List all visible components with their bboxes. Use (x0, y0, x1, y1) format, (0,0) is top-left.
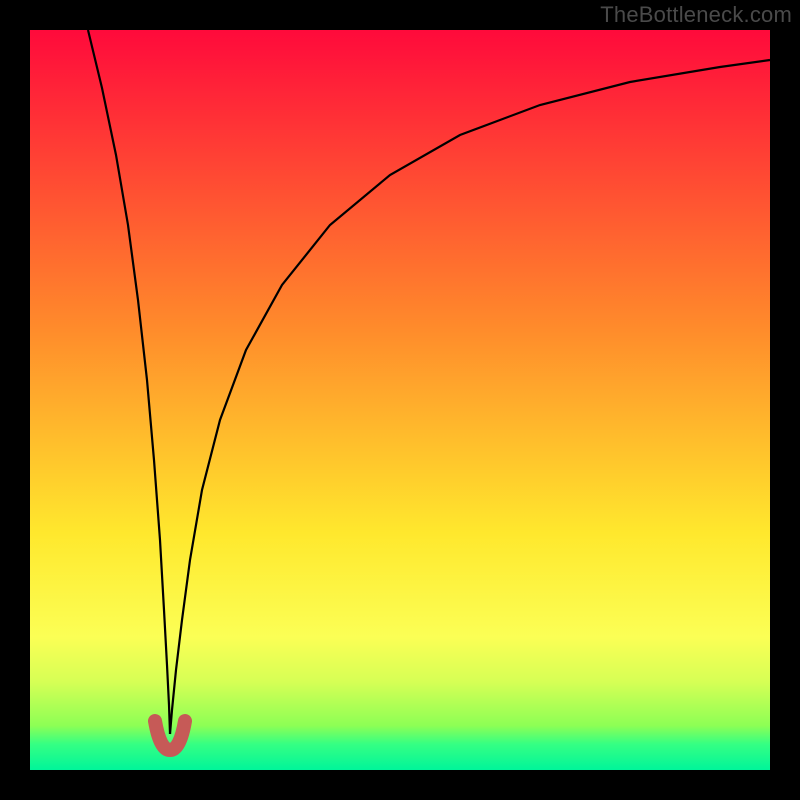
watermark-label: TheBottleneck.com (600, 2, 792, 28)
plot-background (30, 30, 770, 770)
bottleneck-plot (0, 0, 800, 800)
chart-container: TheBottleneck.com (0, 0, 800, 800)
